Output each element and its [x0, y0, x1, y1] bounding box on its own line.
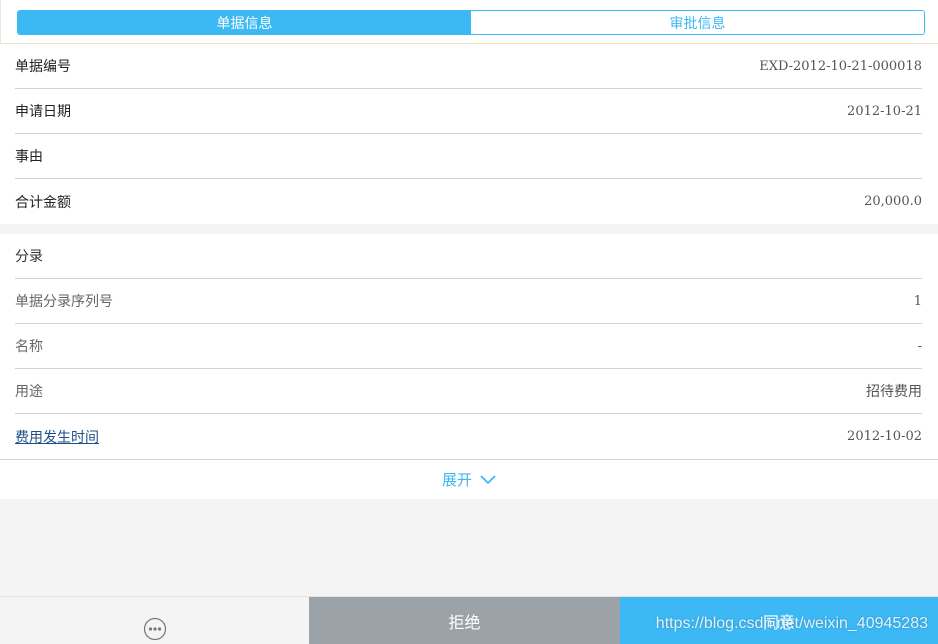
field-label: 单据分录序列号 [15, 294, 113, 310]
field-value: 20,000.0 [864, 194, 922, 209]
field-value: 2012-10-21 [847, 103, 922, 119]
agree-button[interactable]: 同意 https://blog.csdn.net/weixin_40945283 [620, 597, 938, 644]
document-header-section: 单据编号 EXD-2012-10-21-000018 申请日期 2012-10-… [0, 44, 938, 224]
field-row-total-amount: 合计金额 20,000.0 [15, 179, 922, 224]
field-label: 申请日期 [15, 104, 71, 120]
field-value: - [917, 338, 922, 354]
field-label: 名称 [15, 339, 43, 355]
entry-row-serial-number: 单据分录序列号 1 [15, 279, 922, 324]
field-label: 事由 [15, 149, 43, 165]
field-label: 用途 [15, 384, 43, 400]
reject-button[interactable]: 拒绝 [309, 597, 620, 644]
bottom-action-bar: 拒绝 同意 https://blog.csdn.net/weixin_40945… [0, 596, 938, 644]
entry-section-title-row: 分录 [15, 234, 922, 279]
entry-row-purpose: 用途 招待费用 [15, 369, 922, 414]
expand-label: 展开 [441, 471, 472, 489]
field-label: 合计金额 [15, 194, 71, 211]
field-value: 1 [913, 293, 922, 309]
entry-section: 分录 单据分录序列号 1 名称 - 用途 招待费用 费用发生时间 2012-10… [0, 234, 938, 499]
chevron-down-icon [480, 474, 496, 484]
top-tab-bar: 单据信息 审批信息 [0, 0, 938, 44]
more-button[interactable] [0, 597, 309, 644]
tab-switcher: 单据信息 审批信息 [17, 10, 925, 35]
field-row-document-number: 单据编号 EXD-2012-10-21-000018 [15, 44, 922, 89]
entry-row-name: 名称 - [15, 324, 922, 369]
expand-button[interactable]: 展开 [0, 459, 938, 499]
field-label: 单据编号 [15, 59, 71, 75]
field-row-reason: 事由 [15, 134, 922, 179]
expense-time-link[interactable]: 费用发生时间 [15, 427, 99, 447]
entry-row-expense-time: 费用发生时间 2012-10-02 [15, 414, 922, 459]
more-dots-icon [143, 617, 166, 641]
watermark-text: https://blog.csdn.net/weixin_40945283 [655, 615, 928, 632]
field-value: 2012-10-02 [847, 429, 922, 444]
field-value: EXD-2012-10-21-000018 [759, 58, 922, 74]
section-title: 分录 [15, 249, 43, 265]
field-row-apply-date: 申请日期 2012-10-21 [15, 89, 922, 134]
tab-document-info[interactable]: 单据信息 [18, 11, 471, 34]
field-value: 招待费用 [866, 384, 922, 400]
tab-approval-info[interactable]: 审批信息 [471, 11, 924, 34]
